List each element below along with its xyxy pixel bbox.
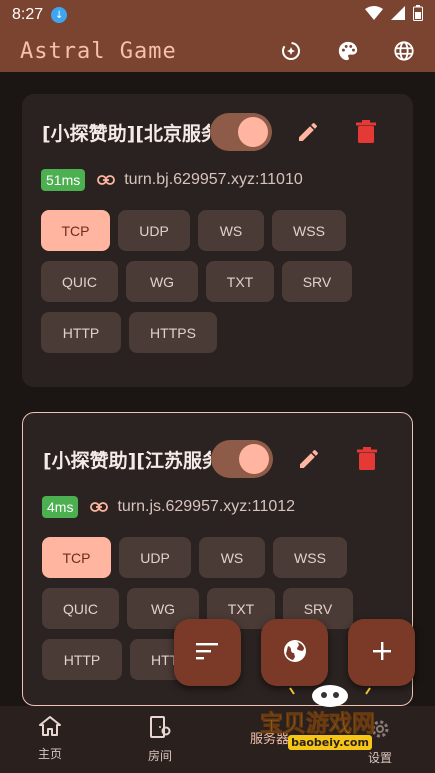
public-servers-button[interactable]: [261, 619, 328, 686]
plus-icon: [372, 641, 391, 664]
nav-rooms-label: 房间: [148, 749, 173, 763]
protocol-chip-udp[interactable]: UDP: [119, 537, 191, 578]
protocol-chip-http[interactable]: HTTP: [41, 312, 121, 353]
protocol-chip-wss[interactable]: WSS: [272, 210, 346, 251]
server-address: turn.js.629957.xyz:11012: [117, 498, 296, 515]
toggle-knob: [239, 444, 269, 474]
protocol-chip-txt[interactable]: TXT: [206, 261, 274, 302]
palette-icon[interactable]: [337, 40, 359, 62]
protocol-chip-http[interactable]: HTTP: [42, 639, 122, 680]
protocol-chip-tcp[interactable]: TCP: [41, 210, 110, 251]
latency-badge: 4ms: [42, 496, 79, 518]
protocol-chip-srv[interactable]: SRV: [282, 261, 352, 302]
download-icon: ↓: [51, 7, 68, 23]
protocol-chip-ws[interactable]: WS: [199, 537, 265, 578]
latency-badge: 51ms: [41, 169, 86, 191]
nav-home-label: 主页: [38, 747, 63, 761]
delete-icon[interactable]: [351, 443, 383, 475]
link-icon: [90, 502, 109, 512]
toggle-knob: [238, 117, 268, 147]
gear-icon: [369, 718, 391, 744]
sort-icon: [195, 642, 220, 664]
edit-icon[interactable]: [293, 443, 325, 475]
nav-settings-label: 设置: [368, 751, 393, 765]
app-bar: Astral Game: [0, 30, 435, 72]
server-card[interactable]: [小探赞助][北京服务器] 51ms turn.bj.629957.xyz:11…: [22, 94, 413, 387]
protocol-chip-quic[interactable]: QUIC: [42, 588, 119, 629]
protocol-chip-udp[interactable]: UDP: [118, 210, 190, 251]
sort-button[interactable]: [174, 619, 241, 686]
signal-icon: [391, 6, 405, 24]
nav-home[interactable]: 主页: [38, 716, 62, 762]
server-enable-toggle[interactable]: [210, 113, 272, 151]
nav-settings[interactable]: 设置: [368, 718, 392, 766]
server-enable-toggle[interactable]: [211, 440, 273, 478]
link-icon: [97, 175, 116, 185]
protocol-chip-tcp[interactable]: TCP: [42, 537, 111, 578]
globe-filled-icon: [283, 639, 307, 667]
status-bar: 8:27 ↓: [0, 0, 435, 30]
delete-icon[interactable]: [350, 116, 382, 148]
add-server-button[interactable]: [348, 619, 415, 686]
protocol-chip-ws[interactable]: WS: [198, 210, 264, 251]
auto-mode-icon[interactable]: [279, 39, 303, 63]
nav-rooms[interactable]: 房间: [148, 716, 172, 764]
home-icon: [39, 716, 61, 740]
battery-icon: [413, 5, 423, 25]
protocol-chip-quic[interactable]: QUIC: [41, 261, 118, 302]
protocol-chip-https[interactable]: HTTPS: [129, 312, 217, 353]
server-name: [小探赞助][江苏服务器]: [43, 449, 211, 472]
globe-icon[interactable]: [393, 40, 415, 62]
nav-servers-label: 服务器: [250, 732, 290, 747]
wifi-icon: [365, 6, 383, 24]
nav-servers[interactable]: 服务器: [250, 728, 289, 747]
protocol-chip-wss[interactable]: WSS: [273, 537, 347, 578]
server-list: [小探赞助][北京服务器] 51ms turn.bj.629957.xyz:11…: [0, 72, 435, 706]
server-name: [小探赞助][北京服务器]: [42, 122, 210, 145]
server-address: turn.bj.629957.xyz:11010: [124, 171, 303, 188]
edit-icon[interactable]: [292, 116, 324, 148]
protocol-chip-wg[interactable]: WG: [126, 261, 198, 302]
app-title: Astral Game: [20, 38, 177, 64]
bottom-navigation: 主页 房间 服务器 设置: [0, 706, 435, 773]
protocol-chips: TCP UDP WS WSS QUIC WG TXT SRV HTTP HTTP…: [22, 194, 367, 353]
status-time: 8:27: [12, 6, 44, 23]
room-settings-icon: [148, 716, 172, 742]
